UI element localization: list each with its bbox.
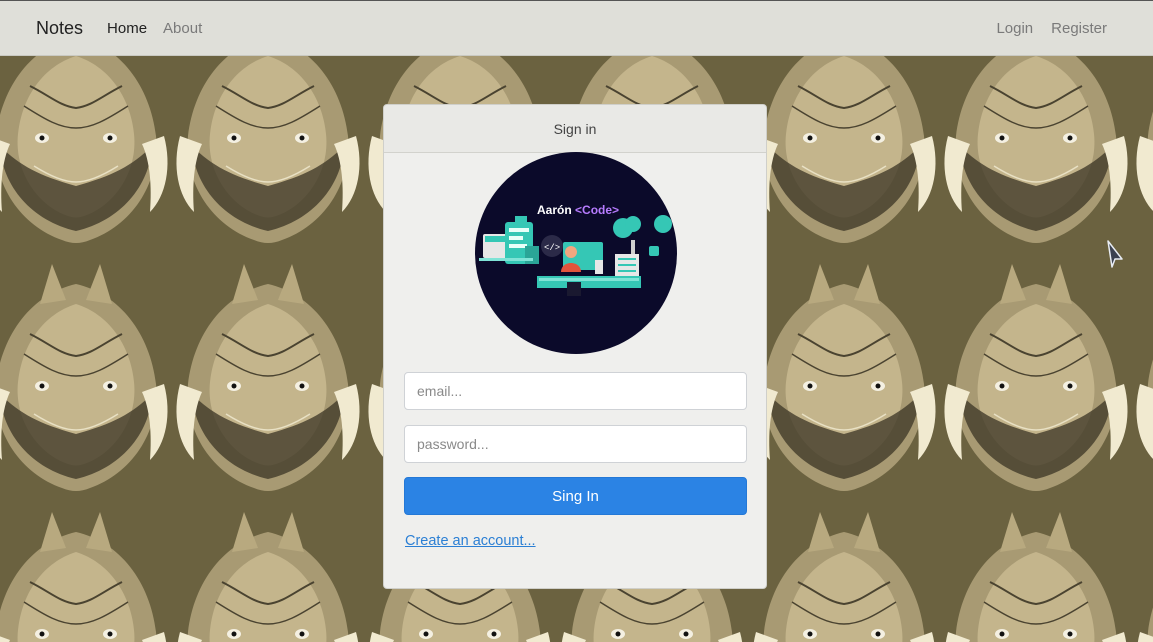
logo-title-part2: <Code> bbox=[575, 203, 619, 217]
aaron-code-logo: Aarón <Code> </> bbox=[475, 152, 677, 354]
mouse-cursor-icon bbox=[1106, 239, 1124, 274]
top-navbar: Notes Home About Login Register bbox=[0, 0, 1153, 56]
nav-link-home[interactable]: Home bbox=[107, 20, 147, 37]
email-input[interactable] bbox=[404, 372, 747, 410]
logo-code-glyph: </> bbox=[544, 243, 560, 253]
signin-card: Sign in Aarón <Code> </> email... Sing I… bbox=[383, 104, 767, 589]
nav-link-about[interactable]: About bbox=[163, 20, 202, 37]
nav-link-register[interactable]: Register bbox=[1051, 20, 1107, 37]
create-account-link[interactable]: Create an account... bbox=[405, 533, 536, 549]
logo-title-text: Aarón <Code> bbox=[537, 203, 619, 217]
nav-right-group: Login Register bbox=[978, 20, 1117, 37]
signin-card-header: Sign in bbox=[384, 105, 766, 153]
sign-in-button[interactable]: Sing In bbox=[404, 477, 747, 515]
logo-title-part1: Aarón bbox=[537, 203, 575, 217]
brand-link[interactable]: Notes bbox=[36, 18, 83, 39]
password-input[interactable] bbox=[404, 425, 747, 463]
nav-link-login[interactable]: Login bbox=[996, 20, 1033, 37]
